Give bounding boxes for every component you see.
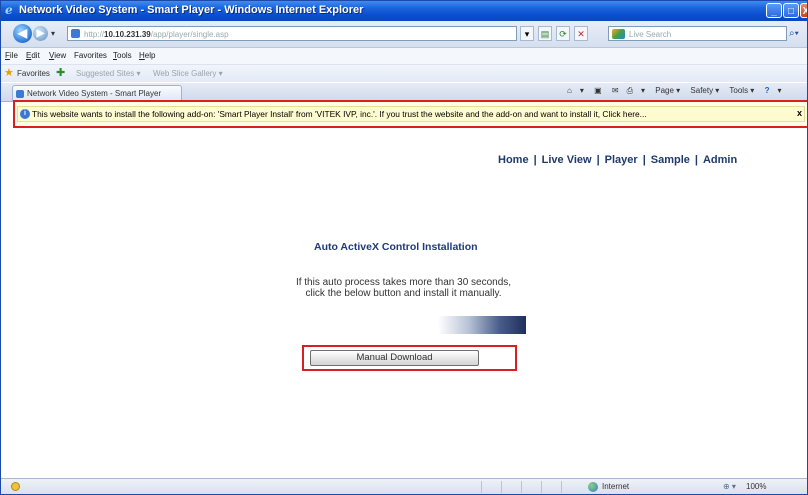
home-dropdown[interactable]: ▾ — [580, 86, 584, 95]
nav-admin[interactable]: Admin — [703, 154, 737, 166]
internet-explorer-icon: e — [5, 3, 13, 17]
history-dropdown-icon[interactable]: ▾ — [51, 29, 55, 38]
page-icon — [71, 29, 80, 38]
menu-help[interactable]: Help — [139, 51, 155, 60]
home-icon[interactable]: ⌂ — [567, 86, 572, 95]
menu-file[interactable]: File — [5, 51, 18, 60]
status-divider — [501, 481, 502, 493]
safety-menu[interactable]: Safety ▾ — [690, 86, 719, 95]
live-search-icon — [612, 29, 625, 39]
tab-smart-player[interactable]: Network Video System - Smart Player — [12, 85, 182, 101]
url-prefix: http:// — [84, 30, 105, 39]
install-progress-bar — [438, 316, 526, 334]
suggested-sites-link[interactable]: Suggested Sites ▾ — [76, 69, 141, 78]
nav-sample[interactable]: Sample — [651, 154, 690, 166]
title-bar: e Network Video System - Smart Player - … — [1, 1, 807, 21]
favorites-star-icon[interactable]: ★ — [4, 67, 14, 79]
menu-favorites[interactable]: Favorites — [74, 51, 107, 60]
status-bar: Internet ⊕ ▾ 100% — [1, 478, 807, 494]
internet-zone-icon — [588, 482, 598, 492]
information-bar-message[interactable]: This website wants to install the follow… — [32, 109, 647, 119]
nav-separator: | — [596, 154, 600, 166]
tab-title: Network Video System - Smart Player — [27, 89, 162, 98]
address-input[interactable]: http://10.10.231.39/app/player/single.as… — [67, 26, 517, 41]
favorites-bar: ★ Favorites ✚ Suggested Sites ▾ Web Slic… — [1, 65, 807, 82]
close-button[interactable]: X — [800, 3, 807, 18]
back-button[interactable]: ◀ — [13, 24, 32, 43]
favorites-button[interactable]: Favorites — [17, 69, 50, 78]
refresh-button[interactable]: ⟳ — [556, 26, 570, 41]
nav-player[interactable]: Player — [605, 154, 638, 166]
info-shield-icon: i — [20, 109, 30, 119]
information-bar-inner[interactable]: i This website wants to install the foll… — [17, 106, 805, 122]
information-bar-close[interactable]: x — [797, 108, 802, 118]
tools-menu[interactable]: Tools ▾ — [729, 86, 754, 95]
description-line-1: If this auto process takes more than 30 … — [295, 277, 512, 288]
command-bar: ⌂ ▾ ▣ ✉ ⎙ ▾ Page ▾ Safety ▾ Tools ▾ ? ▾ — [567, 86, 789, 96]
page-heading: Auto ActiveX Control Installation — [314, 241, 478, 253]
status-divider — [561, 481, 562, 493]
nav-separator: | — [642, 154, 646, 166]
page-content: Home | Live View | Player | Sample | Admin Auto … — [1, 129, 807, 478]
url-path: /app/player/single.asp — [150, 30, 229, 39]
maximize-button[interactable]: □ — [783, 3, 799, 18]
help-dropdown[interactable]: ▾ — [777, 86, 781, 95]
address-toolbar: ◀ ▶ ▾ http://10.10.231.39/app/player/sin… — [1, 21, 807, 48]
feeds-icon[interactable]: ▣ — [594, 86, 602, 95]
minimize-button[interactable]: _ — [766, 3, 782, 18]
stop-button[interactable]: ✕ — [574, 26, 588, 41]
menu-view[interactable]: View — [49, 51, 66, 60]
compatibility-view-icon[interactable]: ▤ — [538, 26, 552, 41]
forward-button[interactable]: ▶ — [33, 26, 48, 41]
menu-tools[interactable]: Tools — [113, 51, 132, 60]
install-description: If this auto process takes more than 30 … — [271, 277, 536, 299]
window-title: Network Video System - Smart Player - Wi… — [19, 4, 364, 16]
status-divider — [521, 481, 522, 493]
menu-bar: File Edit View Favorites Tools Help — [1, 48, 807, 65]
status-divider — [541, 481, 542, 493]
tab-page-icon — [16, 90, 24, 98]
add-favorite-icon[interactable]: ✚ — [56, 67, 68, 79]
nav-home[interactable]: Home — [498, 154, 529, 166]
web-slice-gallery-link[interactable]: Web Slice Gallery ▾ — [153, 69, 223, 78]
page-menu[interactable]: Page ▾ — [655, 86, 680, 95]
manual-download-button[interactable]: Manual Download — [310, 350, 479, 366]
search-placeholder: Live Search — [629, 30, 672, 39]
search-icon[interactable]: ⌕▾ — [789, 26, 807, 41]
address-buttons: ▾ ▤ ⟳ ✕ — [520, 26, 604, 41]
help-icon[interactable]: ? — [765, 86, 770, 95]
download-highlight-frame: Manual Download — [302, 345, 517, 371]
status-page-icon — [11, 482, 20, 491]
protected-mode-icon[interactable]: ⊕ ▾ — [723, 482, 736, 491]
browser-window: e Network Video System - Smart Player - … — [0, 0, 808, 495]
address-dropdown-icon[interactable]: ▾ — [520, 26, 534, 41]
description-line-2: click the below button and install it ma… — [305, 288, 502, 299]
print-dropdown[interactable]: ▾ — [641, 86, 645, 95]
information-bar[interactable]: i This website wants to install the foll… — [13, 100, 807, 128]
menu-edit[interactable]: Edit — [26, 51, 40, 60]
search-input[interactable]: Live Search — [608, 26, 787, 41]
security-zone[interactable]: Internet — [602, 482, 629, 491]
nav-separator: | — [533, 154, 537, 166]
nav-separator: | — [694, 154, 698, 166]
zoom-level[interactable]: 100% — [746, 482, 766, 491]
print-icon[interactable]: ⎙ — [627, 86, 633, 95]
url-host: 10.10.231.39 — [104, 30, 151, 39]
site-nav: Home | Live View | Player | Sample | Admin — [498, 154, 737, 166]
read-mail-icon[interactable]: ✉ — [612, 86, 619, 95]
status-divider — [481, 481, 482, 493]
nav-live-view[interactable]: Live View — [542, 154, 592, 166]
